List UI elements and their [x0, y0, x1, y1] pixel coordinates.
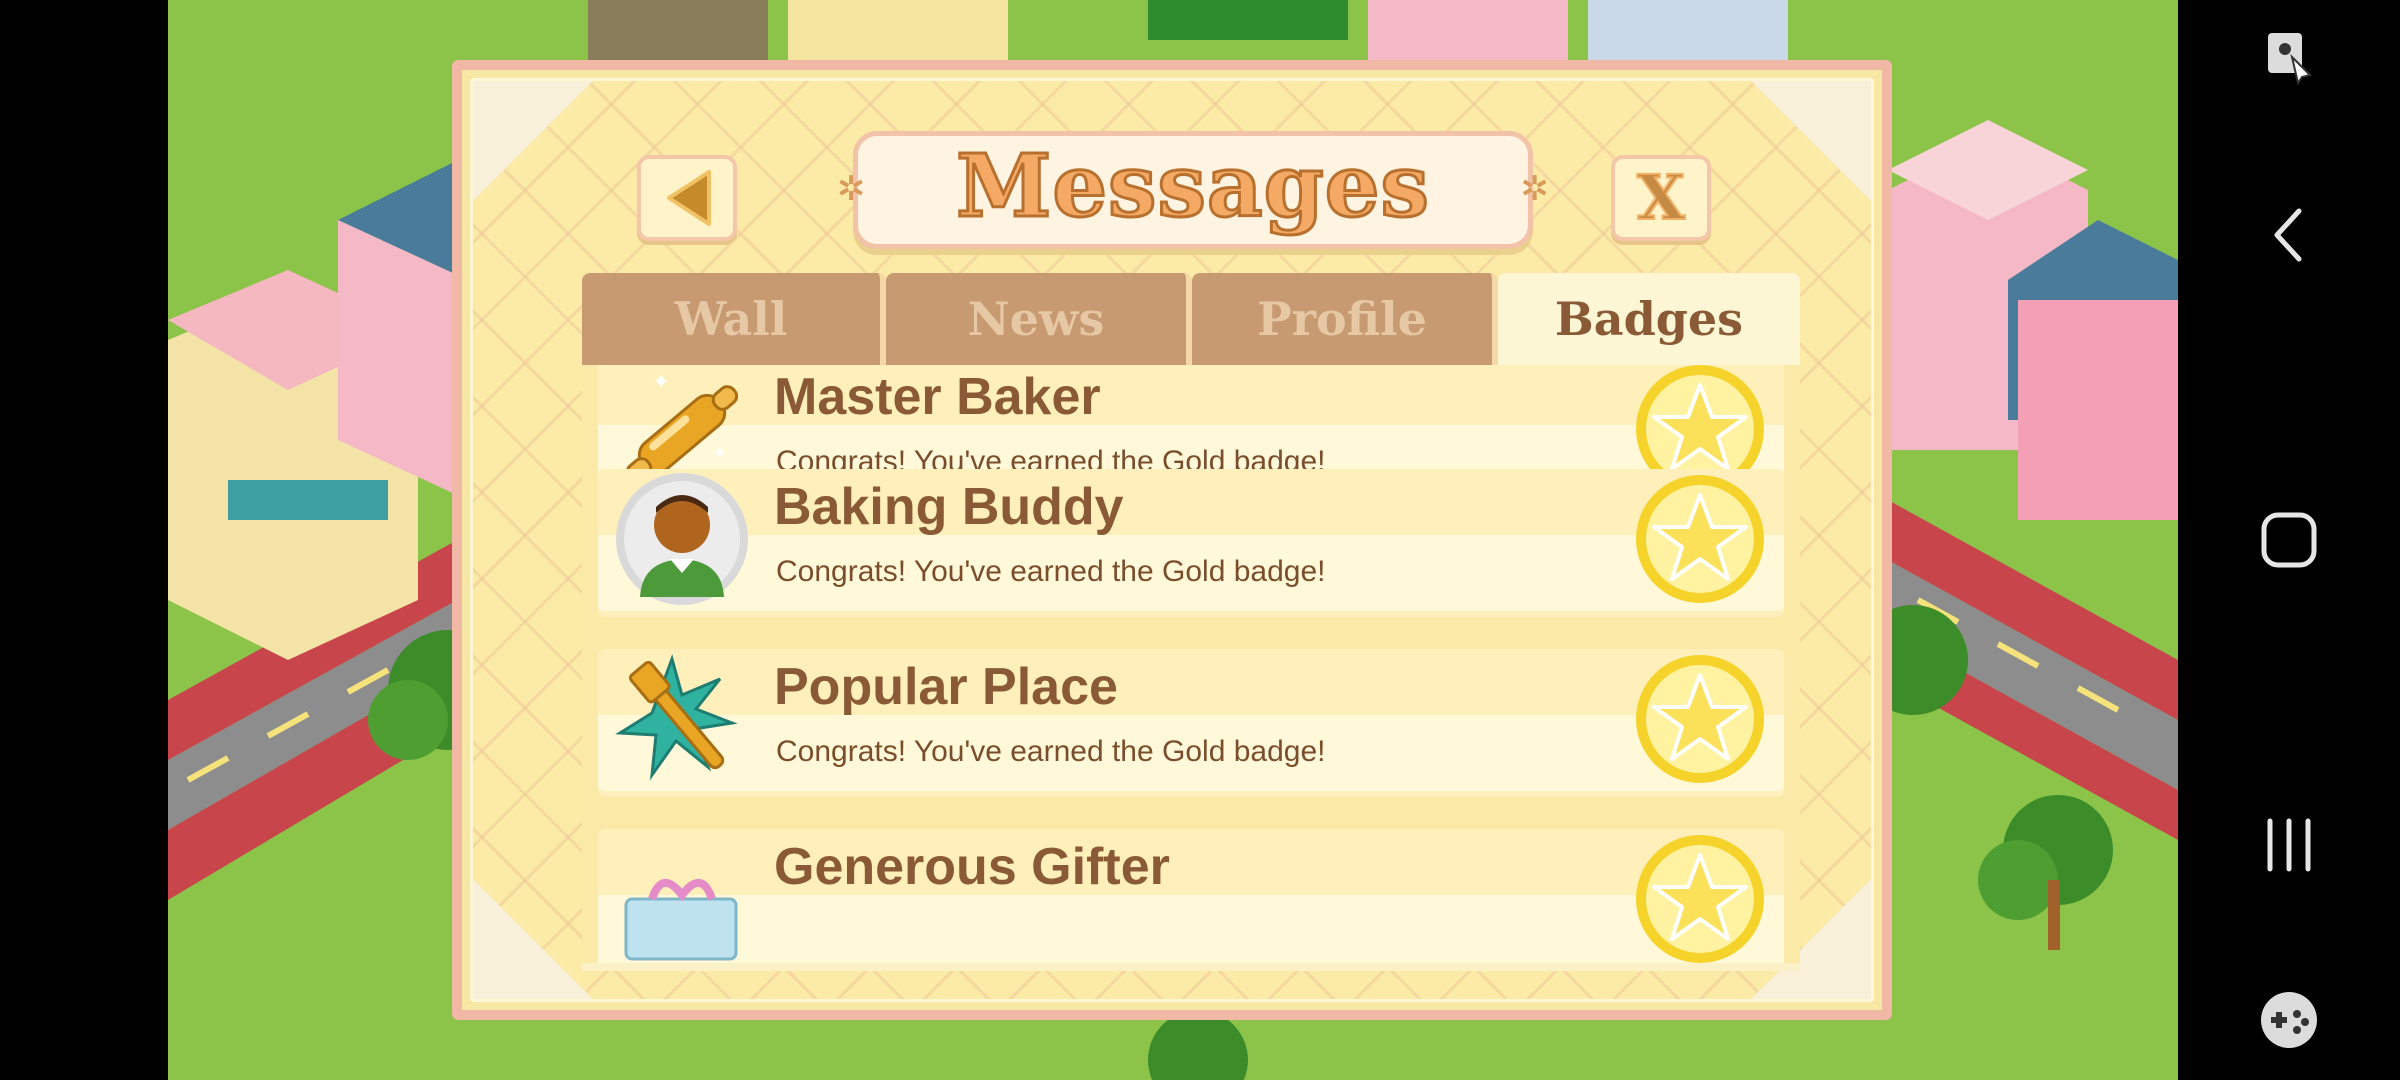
badge-row-generous-gifter[interactable]: Generous Gifter [598, 829, 1784, 963]
message-tabs: Wall News Profile Badges [582, 273, 1800, 365]
corner-ornament [473, 879, 593, 999]
badge-name: Popular Place [774, 658, 1118, 716]
corner-ornament [473, 81, 593, 201]
badge-name: Master Baker [774, 368, 1101, 426]
gold-star-medal-icon [1636, 655, 1764, 783]
tab-wall[interactable]: Wall [582, 273, 886, 365]
system-navigation-bar [2178, 0, 2400, 1080]
home-square-icon [2261, 512, 2317, 568]
dialog-title: Messages [955, 135, 1431, 238]
badge-description: Congrats! You've earned the Gold badge! [776, 735, 1326, 768]
tab-badges[interactable]: Badges [1498, 273, 1800, 365]
dialog-body: ✲ ✲ Messages X Wall News Profile Badges [470, 78, 1874, 1002]
back-arrow-icon [667, 170, 711, 226]
badge-name: Generous Gifter [774, 838, 1170, 896]
svg-text:✦: ✦ [652, 370, 670, 395]
screen-record-button[interactable] [2178, 20, 2400, 90]
row-band [598, 895, 1784, 963]
close-icon: X [1636, 161, 1686, 234]
corner-ornament [1751, 81, 1871, 201]
person-icon [616, 473, 748, 605]
back-button[interactable] [637, 155, 737, 241]
fork-star-icon [615, 654, 738, 781]
badge-description: Congrats! You've earned the Gold badge! [776, 555, 1326, 588]
badge-row-popular-place[interactable]: Popular Place Congrats! You've earned th… [598, 649, 1784, 797]
gamepad-icon [2261, 992, 2317, 1048]
badge-name: Baking Buddy [774, 478, 1124, 536]
tab-profile[interactable]: Profile [1192, 273, 1498, 365]
dialog-title-plate: ✲ ✲ Messages [833, 125, 1553, 255]
gold-star-medal-icon [1636, 835, 1764, 963]
close-button[interactable]: X [1611, 155, 1711, 241]
gift-icon [624, 879, 738, 961]
home-nav-button[interactable] [2178, 500, 2400, 580]
badge-row-baking-buddy[interactable]: Baking Buddy Congrats! You've earned the… [598, 469, 1784, 617]
recents-icon [2267, 818, 2311, 872]
messages-dialog: ✲ ✲ Messages X Wall News Profile Badges [452, 60, 1892, 1020]
game-tools-button[interactable] [2178, 985, 2400, 1055]
svg-text:✦: ✦ [712, 443, 727, 464]
recents-nav-button[interactable] [2178, 810, 2400, 880]
badge-list[interactable]: ✦ ✦ Master Baker Congrats! You've earned… [582, 365, 1800, 971]
gold-star-medal-icon [1636, 475, 1764, 603]
chevron-left-icon [2274, 208, 2302, 262]
touch-indicator-icon [2268, 33, 2312, 85]
tab-news[interactable]: News [886, 273, 1192, 365]
back-nav-button[interactable] [2178, 200, 2400, 270]
